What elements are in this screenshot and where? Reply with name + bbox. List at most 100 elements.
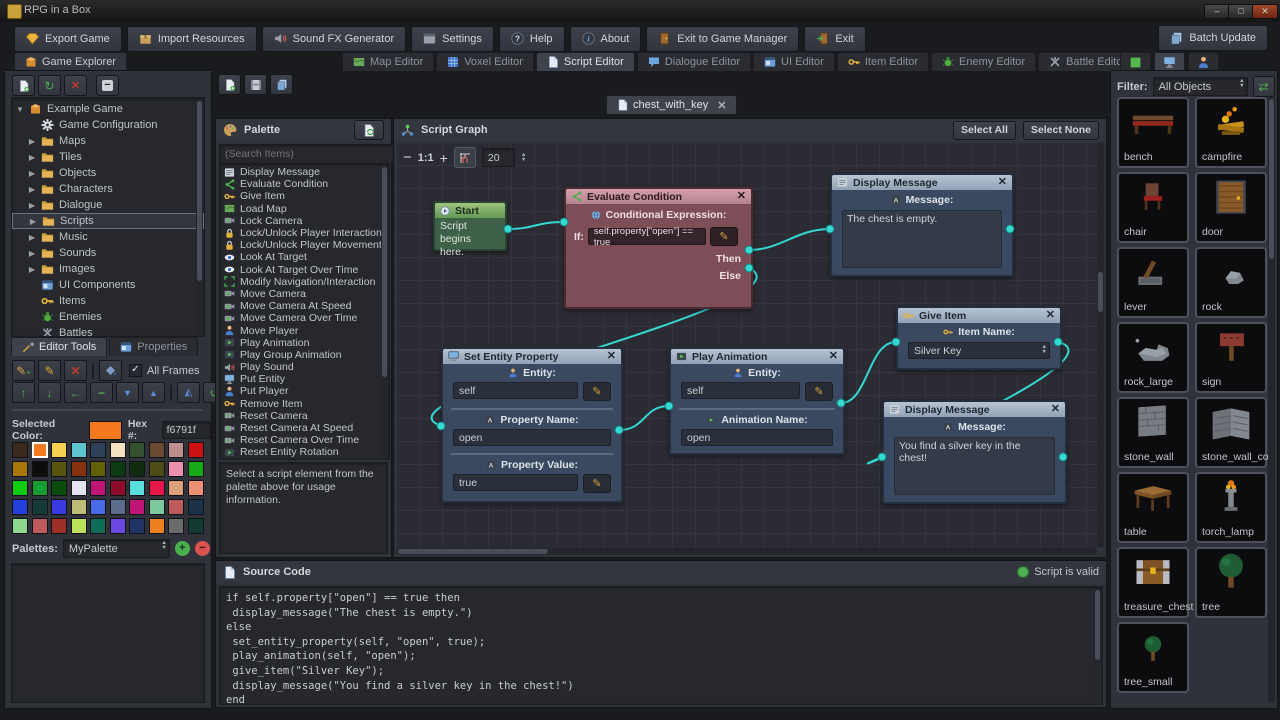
import-resources-button[interactable]: Import Resources [127, 26, 257, 52]
snap-toggle-button[interactable] [454, 147, 476, 168]
color-swatch-13[interactable] [71, 461, 87, 477]
raise-tool[interactable]: ▲ [142, 382, 165, 403]
tab-ui-editor[interactable]: UI Editor [753, 52, 835, 71]
color-swatch-10[interactable] [12, 461, 28, 477]
select-none-button[interactable]: Select None [1023, 121, 1099, 140]
color-swatch-40[interactable] [12, 518, 28, 534]
lower-tool[interactable]: ▼ [116, 382, 139, 403]
asset-rock_large[interactable]: rock_large [1117, 322, 1189, 393]
add-palette-button[interactable]: + [175, 541, 190, 556]
expand-arrow-icon[interactable]: ▶ [29, 217, 37, 226]
attach-script-tool[interactable]: ✎+ [12, 360, 35, 381]
color-swatch-35[interactable] [110, 499, 126, 515]
color-swatch-21[interactable] [32, 480, 48, 496]
edit-entity-button[interactable]: ✎ [583, 382, 611, 401]
color-swatch-41[interactable] [32, 518, 48, 534]
select-all-button[interactable]: Select All [953, 121, 1016, 140]
asset-tree[interactable]: tree [1195, 547, 1267, 618]
asset-scrollbar[interactable] [1268, 97, 1275, 703]
palette-item-move-player[interactable]: Move Player [220, 324, 389, 336]
tree-item-objects[interactable]: ▶Objects [12, 165, 204, 181]
shift-left-tool[interactable]: ← [64, 382, 87, 403]
palette-item-play-group-animation[interactable]: Play Group Animation [220, 349, 389, 361]
source-scrollbar[interactable] [1094, 588, 1101, 703]
color-swatch-25[interactable] [110, 480, 126, 496]
node-close-icon[interactable]: ✕ [998, 177, 1007, 188]
color-swatch-22[interactable] [51, 480, 67, 496]
palette-item-move-camera-over-time[interactable]: Move Camera Over Time [220, 312, 389, 324]
grid-size-spinner[interactable]: ▲▼ [521, 153, 526, 162]
asset-bench[interactable]: bench [1117, 97, 1189, 168]
expand-arrow-icon[interactable]: ▶ [28, 265, 36, 274]
source-code-editor[interactable]: if self.property["open"] == true then di… [219, 586, 1103, 705]
sound-fx-generator-button[interactable]: Sound FX Generator [262, 26, 407, 52]
save-all-button[interactable] [270, 74, 293, 95]
palette-item-lock-unlock-player-movement[interactable]: Lock/Unlock Player Movement [220, 239, 389, 251]
node-evaluate-condition[interactable]: Evaluate Condition ✕ Conditional Express… [564, 187, 753, 309]
color-swatch-3[interactable] [71, 442, 87, 458]
node-start[interactable]: Start Script begins here. [433, 201, 507, 251]
help-button[interactable]: ?Help [499, 26, 565, 52]
edit-entity-button[interactable]: ✎ [805, 382, 833, 401]
remove-palette-button[interactable]: − [195, 541, 210, 556]
tab-enemy-editor[interactable]: Enemy Editor [931, 52, 1036, 71]
palette-item-play-sound[interactable]: Play Sound [220, 361, 389, 373]
exit-button[interactable]: Exit [804, 26, 865, 52]
property-name-input[interactable]: open [453, 429, 611, 446]
edit-value-button[interactable]: ✎ [583, 474, 611, 493]
color-swatch-36[interactable] [129, 499, 145, 515]
new-resource-button[interactable] [12, 75, 35, 96]
tab-game-explorer[interactable]: Game Explorer [14, 52, 127, 71]
color-swatch-49[interactable] [188, 518, 204, 534]
palette-scrollbar[interactable] [381, 165, 388, 458]
property-value-input[interactable]: true [453, 474, 578, 491]
color-swatch-9[interactable] [188, 442, 204, 458]
node-close-icon[interactable]: ✕ [607, 351, 616, 362]
palette-search-input[interactable] [219, 144, 395, 164]
color-swatch-28[interactable] [168, 480, 184, 496]
node-close-icon[interactable]: ✕ [1046, 310, 1055, 321]
color-swatch-46[interactable] [129, 518, 145, 534]
color-swatch-6[interactable] [129, 442, 145, 458]
asset-rock[interactable]: rock [1195, 247, 1267, 318]
tree-item-items[interactable]: Items [12, 293, 204, 309]
expand-arrow-icon[interactable]: ▶ [28, 153, 36, 162]
shrink-tool[interactable]: − [90, 382, 113, 403]
palette-select[interactable]: MyPalette ▲▼ [63, 539, 170, 558]
color-swatch-2[interactable] [51, 442, 67, 458]
palette-item-put-player[interactable]: Put Player [220, 385, 389, 397]
shift-up-tool[interactable]: ↑ [12, 382, 35, 403]
node-display-message-2[interactable]: Display Message ✕ A Message: You find a … [882, 400, 1067, 504]
tree-item-ui-components[interactable]: UI Components [12, 277, 204, 293]
mirror-tool[interactable]: ◭ [177, 382, 200, 403]
color-swatch-30[interactable] [12, 499, 28, 515]
tree-item-enemies[interactable]: Enemies [12, 309, 204, 325]
color-swatch-24[interactable] [90, 480, 106, 496]
tree-item-battles[interactable]: Battles [12, 325, 204, 337]
asset-stone_wall_cor[interactable]: stone_wall_cor [1195, 397, 1267, 468]
maximize-button[interactable]: □ [1228, 4, 1254, 19]
palette-item-lock-unlock-player-interaction[interactable]: Lock/Unlock Player Interaction [220, 227, 389, 239]
palette-item-rotate-camera[interactable]: Rotate Camera [220, 459, 389, 461]
expand-arrow-icon[interactable]: ▶ [28, 233, 36, 242]
tree-item-game-configuration[interactable]: Game Configuration [12, 117, 204, 133]
mini-tab-objects[interactable] [1154, 52, 1185, 71]
tree-item-example-game[interactable]: ▼Example Game [12, 101, 204, 117]
color-swatch-1[interactable] [32, 442, 48, 458]
color-swatch-48[interactable] [168, 518, 184, 534]
asset-sign[interactable]: sign [1195, 322, 1267, 393]
expand-arrow-icon[interactable]: ▶ [28, 185, 36, 194]
document-tab[interactable]: chest_with_key ✕ [606, 95, 737, 114]
color-swatch-31[interactable] [32, 499, 48, 515]
tree-item-tiles[interactable]: ▶Tiles [12, 149, 204, 165]
color-swatch-8[interactable] [168, 442, 184, 458]
color-swatch-39[interactable] [188, 499, 204, 515]
node-close-icon[interactable]: ✕ [829, 351, 838, 362]
refresh-assets-button[interactable]: ⇄ [1253, 76, 1275, 97]
filter-select[interactable]: All Objects ▲▼ [1153, 77, 1248, 96]
edit-condition-button[interactable]: ✎ [710, 227, 738, 246]
tree-scrollbar[interactable] [196, 99, 203, 335]
color-swatch-27[interactable] [149, 480, 165, 496]
color-swatch-42[interactable] [51, 518, 67, 534]
save-script-button[interactable] [244, 74, 267, 95]
